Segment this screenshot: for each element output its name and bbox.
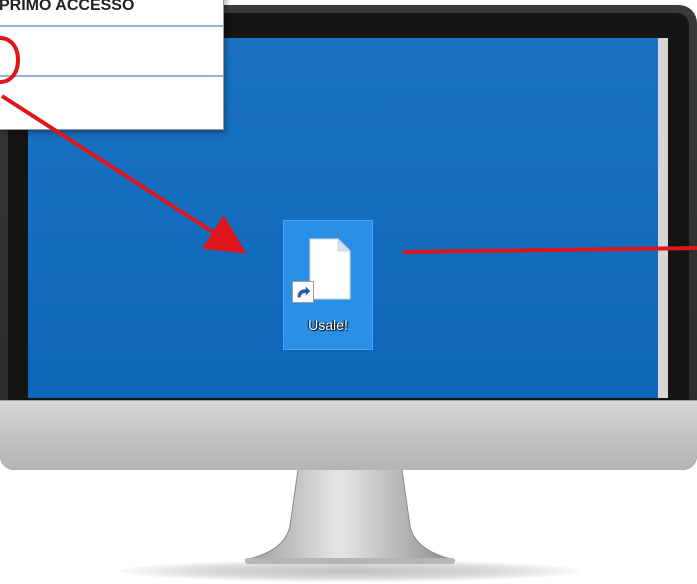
scene: Usale! PRIMO ACCESSO bbox=[0, 0, 697, 584]
arrow-to-icon bbox=[0, 94, 247, 254]
circle-highlight bbox=[0, 36, 21, 84]
annotation-layer bbox=[0, 36, 697, 254]
line-from-icon bbox=[402, 246, 697, 254]
